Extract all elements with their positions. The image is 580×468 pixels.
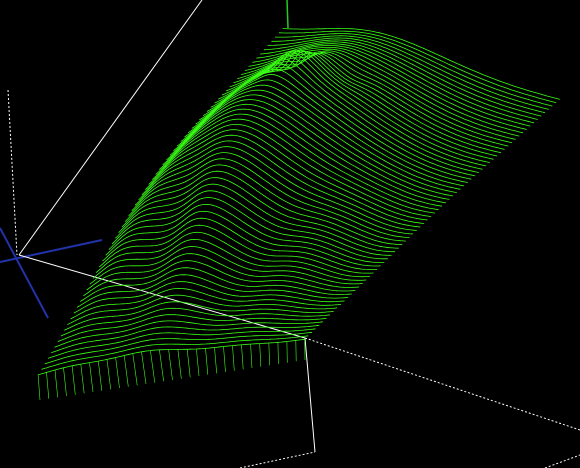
- mesh-skirt-line: [150, 350, 156, 383]
- mesh-skirt-line: [277, 342, 279, 365]
- box-edge-dashed-low: [239, 451, 316, 468]
- box-edge-dashed-right: [304, 337, 580, 431]
- mesh-contour-line: [241, 50, 520, 137]
- mesh-contour-line: [70, 287, 342, 320]
- mesh-contour-line: [108, 203, 385, 263]
- mesh-contour-line: [64, 301, 334, 331]
- box-edge-top: [18, 0, 203, 256]
- relief-mesh: [37, 27, 560, 401]
- mesh-skirt-line: [106, 359, 111, 390]
- mesh-skirt-line: [89, 362, 94, 393]
- mesh-skirt-line: [223, 346, 226, 373]
- box-edge-front: [18, 254, 306, 339]
- mesh-contour-line: [187, 74, 468, 183]
- mesh-skirt-line: [115, 357, 120, 389]
- mesh-skirt-line: [159, 349, 164, 382]
- 3d-viewport[interactable]: [0, 0, 580, 468]
- mesh-skirt-line: [259, 343, 262, 367]
- box-edge-vertical: [304, 337, 316, 453]
- mesh-skirt-line: [186, 349, 191, 378]
- mesh-skirt-line: [46, 372, 50, 399]
- x-axis-a: [0, 227, 49, 319]
- mesh-skirt-line: [250, 344, 253, 369]
- mesh-contour-line: [57, 314, 327, 342]
- mesh-skirt-line: [168, 349, 173, 381]
- mesh-skirt-line: [71, 365, 76, 395]
- mesh-contour-line: [60, 307, 331, 337]
- mesh-skirt-line: [268, 342, 270, 366]
- mesh-contour-line: [86, 253, 360, 291]
- mesh-skirt-line: [98, 361, 103, 391]
- mesh-skirt-line: [205, 348, 209, 375]
- mesh-skirt-line: [241, 344, 244, 370]
- mesh-skirt-line: [37, 374, 41, 401]
- mesh-contour-line: [184, 79, 465, 187]
- mesh-skirt-line: [123, 355, 129, 387]
- mesh-skirt-line: [196, 348, 200, 377]
- mesh-skirt-line: [132, 353, 138, 386]
- box-edge-dashed-corner: [544, 454, 580, 468]
- bounding-box: [7, 0, 580, 468]
- mesh-skirt-line: [177, 349, 182, 379]
- mesh-contour-line: [47, 328, 316, 359]
- mesh-skirt-line: [214, 347, 217, 374]
- x-axis-b: [0, 239, 103, 263]
- mesh-skirt-line: [141, 351, 147, 385]
- mesh-contour-line: [105, 210, 381, 267]
- mesh-skirt-line: [63, 367, 67, 397]
- mesh-skirt-line: [54, 369, 58, 398]
- mesh-contour-line: [214, 50, 494, 160]
- box-edge-dashed-back: [7, 89, 18, 256]
- mesh-skirt-line: [232, 345, 235, 371]
- z-axis: [286, 0, 289, 29]
- mesh-skirt-line: [80, 364, 85, 394]
- mesh-contour-line: [166, 103, 446, 204]
